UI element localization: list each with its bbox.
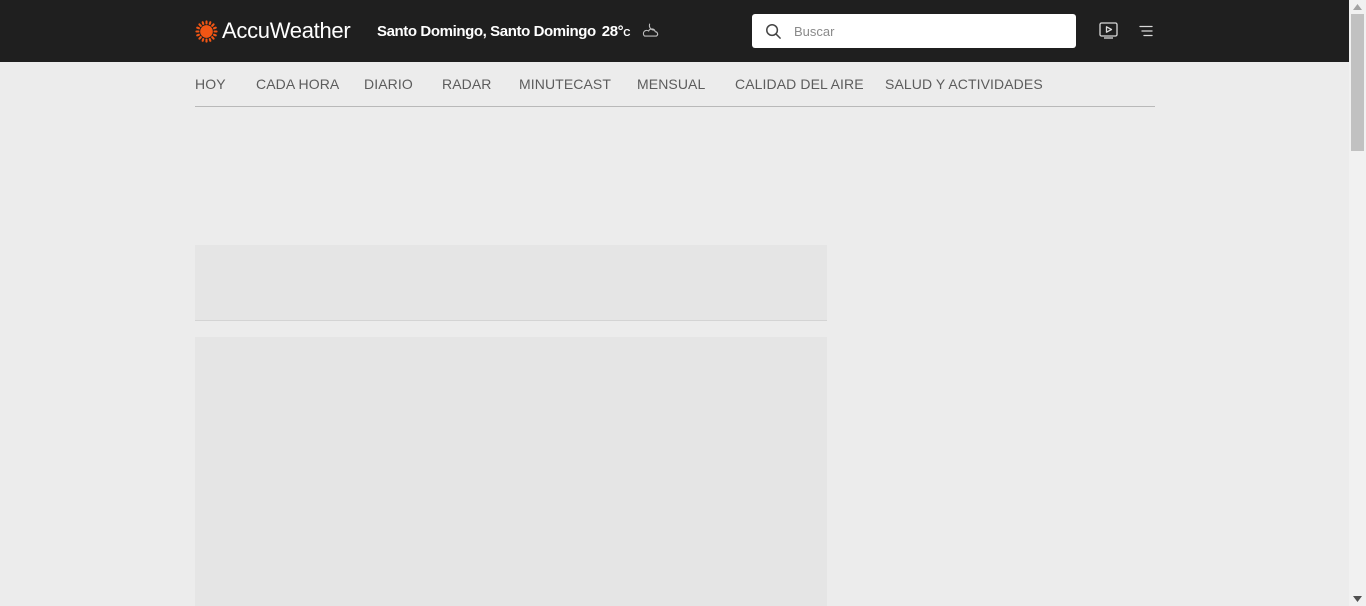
temperature-value: 28° [601,22,624,40]
cloudy-night-icon [642,23,659,37]
nav-diario[interactable]: DIARIO [364,76,413,92]
video-icon[interactable] [1099,22,1118,39]
location-name: Santo Domingo, Santo Domingo [377,22,596,40]
current-temperature: 28° C [601,22,631,40]
current-location[interactable]: Santo Domingo, Santo Domingo 28° C [377,20,662,42]
search-box[interactable] [752,14,1076,48]
nav-minutecast[interactable]: MINUTECAST [519,76,611,92]
sun-logo-icon [195,19,218,43]
nav-cada-hora[interactable]: CADA HORA [256,76,339,92]
search-input[interactable] [794,23,1054,39]
top-header: AccuWeather Santo Domingo, Santo Domingo… [0,0,1349,62]
content-placeholder-panel [195,337,827,606]
scroll-down-arrow-icon[interactable] [1353,596,1362,602]
page-scrollbar[interactable] [1349,0,1366,606]
forecast-subnav: HOY CADA HORA DIARIO RADAR MINUTECAST ME… [195,62,1155,107]
content-placeholder-card [195,245,827,321]
scroll-up-arrow-icon[interactable] [1353,4,1362,10]
temperature-unit: C [623,27,631,39]
nav-mensual[interactable]: MENSUAL [637,76,705,92]
brand-name: AccuWeather [222,18,351,43]
accuweather-logo[interactable]: AccuWeather [195,18,351,44]
nav-calidad-del-aire[interactable]: CALIDAD DEL AIRE [735,76,864,92]
nav-salud-y-actividades[interactable]: SALUD Y ACTIVIDADES [885,76,1043,92]
nav-radar[interactable]: RADAR [442,76,492,92]
search-icon[interactable] [765,23,782,40]
nav-hoy[interactable]: HOY [195,76,226,92]
menu-icon[interactable] [1139,25,1153,37]
scrollbar-thumb[interactable] [1351,14,1364,151]
